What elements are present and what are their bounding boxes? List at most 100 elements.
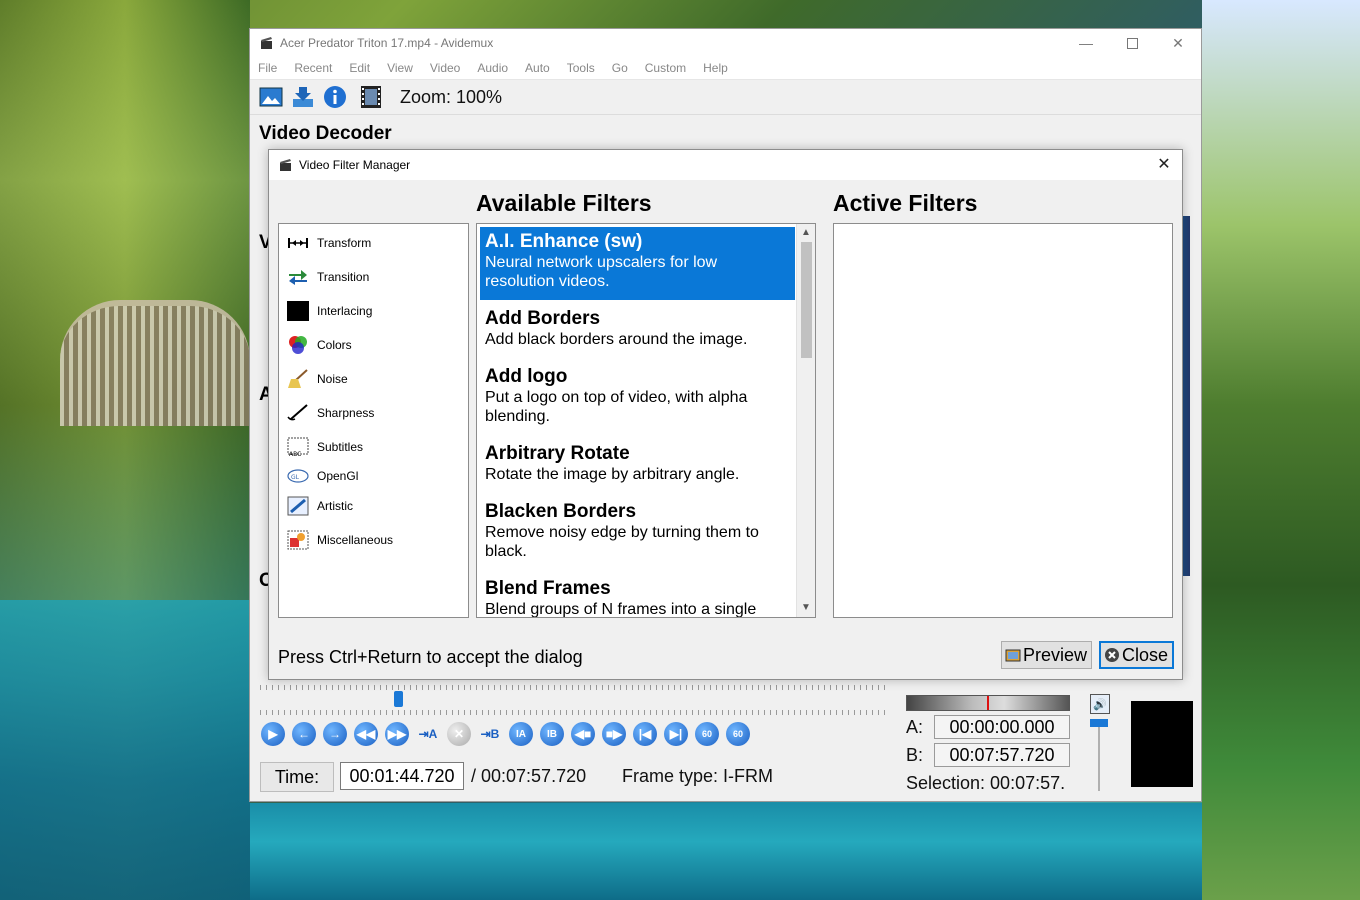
miscellaneous-icon [287,530,309,550]
category-opengl[interactable]: GL OpenGl [287,465,358,487]
filters-scrollbar[interactable]: ▲ ▼ [796,224,815,617]
save-video-button[interactable] [290,84,316,110]
menu-tools[interactable]: Tools [567,61,595,75]
back-one-minute-button[interactable]: 60 [694,721,720,747]
current-time-field[interactable]: 00:01:44.720 [340,762,464,790]
arrow-left-icon: ← [292,722,316,746]
category-interlacing[interactable]: Interlacing [287,300,372,322]
menu-help[interactable]: Help [703,61,728,75]
menu-view[interactable]: View [387,61,413,75]
go-to-marker-b-button[interactable]: IB [539,721,565,747]
cancel-icon: ✕ [447,722,471,746]
menu-custom[interactable]: Custom [645,61,686,75]
download-icon [293,87,313,107]
category-sharpness[interactable]: Sharpness [287,402,374,424]
video-filter-manager-dialog: Video Filter Manager ✕ Available Filters… [268,149,1183,680]
marker-a-icon: ⇥A [418,727,438,741]
category-label: Interlacing [317,304,373,318]
category-transition[interactable]: Transition [287,266,369,288]
filter-ai-enhance[interactable]: A.I. Enhance (sw) Neural network upscale… [480,227,795,300]
scroll-down-icon[interactable]: ▼ [801,602,811,613]
go-to-marker-a-button[interactable]: IA [508,721,534,747]
preview-button[interactable]: Preview [1001,641,1093,669]
forward-60-icon: 60 [726,722,750,746]
transition-icon [287,267,309,287]
filter-blend-frames[interactable]: Blend Frames Blend groups of N frames in… [480,574,795,618]
category-label: Sharpness [317,406,375,420]
close-circle-icon [1104,647,1120,663]
play-button[interactable]: ▶ [260,721,286,747]
reset-markers-button[interactable]: ✕ [446,721,472,747]
first-frame-button[interactable]: |◀ [632,721,658,747]
video-decoder-heading: Video Decoder [259,123,392,144]
previous-frame-button[interactable]: ← [291,721,317,747]
category-miscellaneous[interactable]: Miscellaneous [287,529,393,551]
filter-add-logo[interactable]: Add logo Put a logo on top of video, wit… [480,362,795,430]
menu-audio[interactable]: Audio [477,61,508,75]
next-black-frame-button[interactable]: ■▶ [601,721,627,747]
minimize-button[interactable]: — [1063,29,1109,57]
menu-video[interactable]: Video [430,61,460,75]
previous-keyframe-button[interactable]: ◀◀ [353,721,379,747]
previous-black-frame-button[interactable]: ◀■ [570,721,596,747]
arrow-right-icon: → [323,722,347,746]
transform-icon [287,233,309,253]
volume-slider-thumb[interactable] [1090,719,1108,727]
marker-a-label: A: [906,717,924,737]
filter-description: Add black borders around the image. [485,331,748,348]
time-label-button[interactable]: Time: [260,762,334,792]
set-marker-a-button[interactable]: ⇥A [415,721,441,747]
active-filters-list[interactable] [833,223,1173,618]
volume-button[interactable]: 🔊 [1090,694,1110,714]
marker-b-time[interactable]: 00:07:57.720 [934,743,1070,767]
properties-button[interactable] [322,84,348,110]
desktop-wallpaper-bottom [250,803,1202,900]
filter-arbitrary-rotate[interactable]: Arbitrary Rotate Rotate the image by arb… [480,439,795,488]
open-video-button[interactable] [258,84,284,110]
menu-go[interactable]: Go [612,61,628,75]
set-marker-b-button[interactable]: ⇥B [477,721,503,747]
next-keyframe-button[interactable]: ▶▶ [384,721,410,747]
total-duration: / 00:07:57.720 [471,766,587,786]
maximize-button[interactable] [1109,29,1155,57]
marker-b-icon: ⇥B [480,727,500,741]
filter-description: Blend groups of N frames into a single [485,601,757,618]
category-subtitles[interactable]: ABC Subtitles [287,436,363,458]
close-window-button[interactable]: ✕ [1155,29,1201,57]
menu-auto[interactable]: Auto [525,61,550,75]
frame-type-label: Frame type: I-FRM [622,766,774,786]
selection-duration: Selection: 00:07:57. [906,773,1066,793]
close-button[interactable]: Close [1099,641,1175,669]
filter-description: Put a logo on top of video, with alpha b… [485,389,748,425]
category-colors[interactable]: Colors [287,334,352,356]
prev-black-icon: ◀■ [571,722,595,746]
forward-one-minute-button[interactable]: 60 [725,721,751,747]
dialog-title-bar: Video Filter Manager ✕ [269,150,1182,180]
scroll-up-icon[interactable]: ▲ [801,227,811,238]
filter-name: Arbitrary Rotate [485,443,630,464]
next-frame-button[interactable]: → [322,721,348,747]
last-frame-icon: ▶| [664,722,688,746]
filter-add-borders[interactable]: Add Borders Add black borders around the… [480,304,795,353]
category-noise[interactable]: Noise [287,368,348,390]
last-frame-button[interactable]: ▶| [663,721,689,747]
goto-b-icon: IB [540,722,564,746]
timeline-slider-thumb[interactable] [393,691,403,707]
menu-recent[interactable]: Recent [294,61,332,75]
category-label: Transition [317,270,370,284]
clapperboard-icon [280,159,291,171]
dialog-close-button[interactable]: ✕ [1154,154,1174,174]
menu-file[interactable]: File [258,61,277,75]
category-transform[interactable]: Transform [287,232,371,254]
marker-a-time[interactable]: 00:00:00.000 [934,715,1070,739]
category-artistic[interactable]: Artistic [287,495,353,517]
scrollbar-thumb[interactable] [801,242,812,358]
menu-edit[interactable]: Edit [349,61,370,75]
category-label: Noise [317,372,348,386]
video-filters-button[interactable] [358,84,384,110]
filter-blacken-borders[interactable]: Blacken Borders Remove noisy edge by tur… [480,497,795,565]
sharpness-icon [287,403,309,423]
minimize-icon: — [1079,35,1093,51]
filter-description: Remove noisy edge by turning them to bla… [485,524,759,560]
filter-name: Add Borders [485,308,601,329]
